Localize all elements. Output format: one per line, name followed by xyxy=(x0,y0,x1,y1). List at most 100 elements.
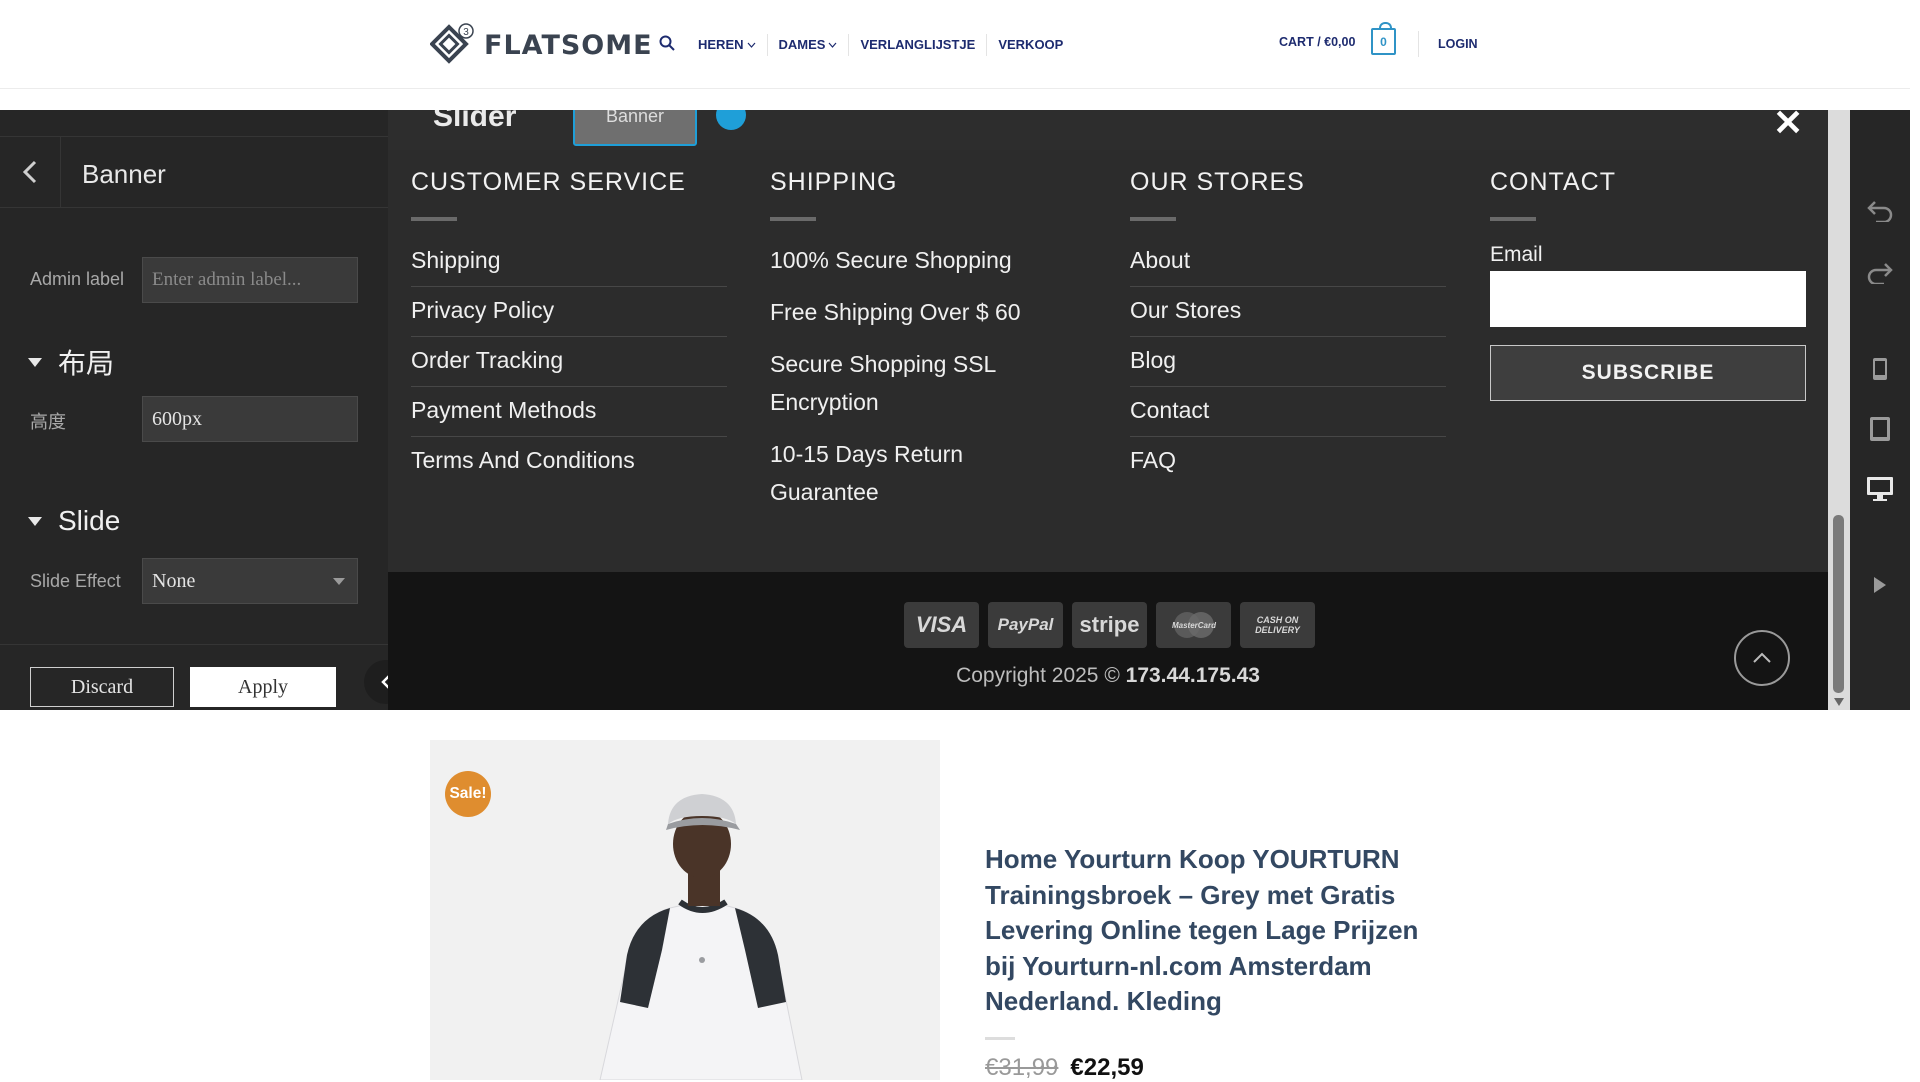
visa-icon: VISA xyxy=(904,602,979,648)
footer-link[interactable]: FAQ xyxy=(1130,437,1446,486)
nav-item-dames[interactable]: DAMES xyxy=(766,33,849,56)
breadcrumb-banner[interactable]: Banner xyxy=(573,110,697,146)
main-nav: HEREN DAMES VERLANGLIJSTJE VERKOOP xyxy=(698,0,1074,89)
discard-button[interactable]: Discard xyxy=(30,667,174,707)
product-price: €31,99 €22,59 xyxy=(985,1054,1144,1082)
select-value: None xyxy=(152,570,196,592)
footer-link[interactable]: Contact xyxy=(1130,387,1446,437)
admin-label-input[interactable]: Enter admin label... xyxy=(142,257,358,303)
chevron-up-icon xyxy=(1734,630,1790,686)
chevron-down-icon xyxy=(333,578,345,585)
preview-canvas: Slider Banner ✕ CUSTOMER SERVICE Shippin… xyxy=(388,110,1828,710)
nav-label: VERKOOP xyxy=(998,37,1064,52)
logo-mark-icon: 3 xyxy=(430,23,474,64)
undo-button[interactable] xyxy=(1865,196,1895,226)
subscribe-button[interactable]: SUBSCRIBE xyxy=(1490,345,1806,401)
shipping-item: 100% Secure Shopping xyxy=(770,247,1012,273)
site-logo[interactable]: 3 FLATSOME xyxy=(430,22,653,68)
copyright-host: 173.44.175.43 xyxy=(1125,664,1260,687)
section-title: 布局 xyxy=(58,348,115,379)
cart-count-badge[interactable]: 0 xyxy=(1371,22,1396,55)
preview-scrollbar[interactable] xyxy=(1828,110,1850,710)
height-label: 高度 xyxy=(30,412,66,432)
footer-bottom-bar: VISA PayPal stripe MasterCard CASH ON DE… xyxy=(388,572,1828,710)
header-divider xyxy=(1418,31,1419,57)
nav-item-heren[interactable]: HEREN xyxy=(698,34,767,56)
back-to-top-button[interactable] xyxy=(1734,630,1826,688)
caret-down-icon xyxy=(28,357,42,367)
site-header: 3 FLATSOME HEREN DAMES VERLANGLIJSTJE VE… xyxy=(0,0,1910,89)
mobile-icon xyxy=(1873,358,1887,380)
sidebar-header: Banner xyxy=(0,136,388,208)
undo-icon xyxy=(1867,201,1893,222)
site-footer-widgets: CUSTOMER SERVICE Shipping Privacy Policy… xyxy=(388,150,1828,572)
shipping-list: 100% Secure Shopping Free Shipping Over … xyxy=(770,235,1050,519)
play-icon xyxy=(1874,577,1886,593)
footer-col-shipping: SHIPPING 100% Secure Shopping Free Shipp… xyxy=(770,168,1090,519)
footer-link[interactable]: Privacy Policy xyxy=(411,287,727,337)
footer-col-contact: CONTACT Email SUBSCRIBE xyxy=(1490,168,1810,401)
chevron-down-icon xyxy=(747,42,755,48)
footer-link[interactable]: About xyxy=(1130,237,1446,287)
logo-text: FLATSOME xyxy=(484,29,653,61)
nav-item-verkoop[interactable]: VERKOOP xyxy=(986,33,1074,56)
product-image[interactable] xyxy=(430,740,940,1080)
title-underline xyxy=(411,217,457,221)
tablet-icon xyxy=(1870,417,1890,441)
footer-col-title: CUSTOMER SERVICE xyxy=(411,168,686,196)
footer-link[interactable]: Terms And Conditions xyxy=(411,437,727,486)
svg-text:3: 3 xyxy=(463,27,469,38)
nav-item-verlanglijstje[interactable]: VERLANGLIJSTJE xyxy=(848,33,986,56)
shipping-item: Free Shipping Over $ 60 xyxy=(770,299,1021,325)
scrollbar-thumb[interactable] xyxy=(1833,515,1844,693)
email-label: Email xyxy=(1490,243,1543,266)
close-icon[interactable]: ✕ xyxy=(1773,110,1803,144)
apply-button[interactable]: Apply xyxy=(190,667,336,707)
height-input[interactable]: 600px xyxy=(142,396,358,442)
footer-col-customer-service: CUSTOMER SERVICE Shipping Privacy Policy… xyxy=(411,168,731,486)
breadcrumb-slider[interactable]: Slider xyxy=(433,110,516,134)
mastercard-circles-icon: MasterCard xyxy=(1171,612,1217,638)
footer-col-title: SHIPPING xyxy=(770,168,898,196)
newsletter-email-input[interactable] xyxy=(1490,271,1806,327)
chevron-down-icon xyxy=(829,42,837,48)
nav-label: VERLANGLIJSTJE xyxy=(860,37,976,52)
title-divider xyxy=(985,1037,1015,1040)
footer-link[interactable]: Order Tracking xyxy=(411,337,727,387)
footer-link[interactable]: Our Stores xyxy=(1130,287,1446,337)
back-button[interactable] xyxy=(0,137,61,207)
slide-section-toggle[interactable]: Slide xyxy=(28,505,120,537)
slide-effect-select[interactable]: None xyxy=(142,558,358,604)
cart-label: CART / €0,00 xyxy=(1279,35,1356,49)
nav-label: DAMES xyxy=(778,37,826,52)
paypal-icon: PayPal xyxy=(988,602,1063,648)
mobile-view-button[interactable] xyxy=(1865,354,1895,384)
login-link[interactable]: LOGIN xyxy=(1438,37,1478,51)
payment-icons: VISA PayPal stripe MasterCard CASH ON DE… xyxy=(904,602,1315,648)
redo-icon xyxy=(1867,263,1893,284)
footer-link[interactable]: Payment Methods xyxy=(411,387,727,437)
cart-link[interactable]: CART / €0,00 xyxy=(1279,35,1355,49)
old-price: €31,99 xyxy=(985,1054,1059,1081)
slide-effect-label: Slide Effect xyxy=(30,571,121,591)
cash-on-delivery-icon: CASH ON DELIVERY xyxy=(1240,602,1315,648)
stripe-icon: stripe xyxy=(1072,602,1147,648)
preview-play-button[interactable] xyxy=(1865,570,1895,600)
desktop-view-button[interactable] xyxy=(1865,474,1895,504)
title-underline xyxy=(1130,217,1176,221)
page-builder-editor: Banner Admin label Enter admin label... … xyxy=(0,110,1910,710)
search-icon[interactable] xyxy=(659,35,675,51)
scroll-down-arrow-icon[interactable] xyxy=(1834,698,1844,706)
redo-button[interactable] xyxy=(1865,258,1895,288)
desktop-icon xyxy=(1867,477,1893,501)
tablet-view-button[interactable] xyxy=(1865,414,1895,444)
caret-down-icon xyxy=(28,516,42,526)
footer-link[interactable]: Shipping xyxy=(411,237,727,287)
layout-section-toggle[interactable]: 布局 xyxy=(28,342,114,382)
product-title: Home Yourturn Koop YOURTURN Trainingsbro… xyxy=(985,844,1419,1016)
sale-badge: Sale! xyxy=(445,771,491,817)
svg-text:MasterCard: MasterCard xyxy=(1171,621,1216,630)
footer-link[interactable]: Blog xyxy=(1130,337,1446,387)
footer-link-list: About Our Stores Blog Contact FAQ xyxy=(1130,237,1446,486)
footer-col-title: OUR STORES xyxy=(1130,168,1305,196)
